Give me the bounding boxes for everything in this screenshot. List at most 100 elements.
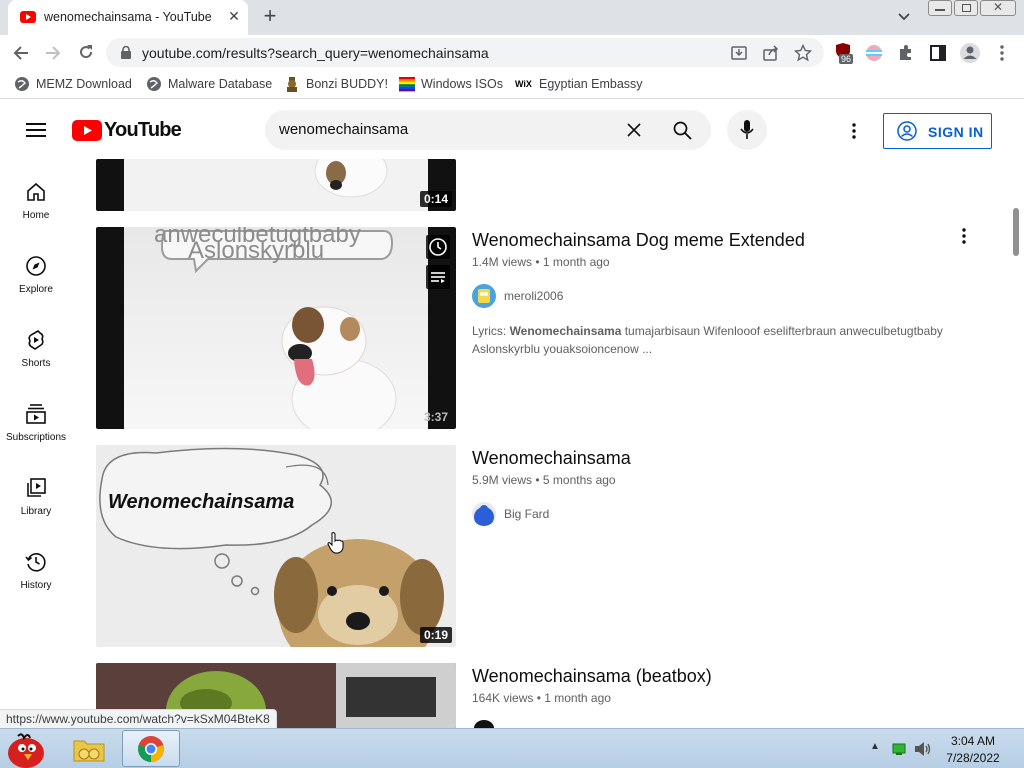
watch-later-button[interactable] bbox=[426, 235, 450, 259]
sidebar-item-library[interactable]: Library bbox=[0, 476, 72, 550]
video-duration: 0:19 bbox=[419, 627, 452, 643]
tab-title: wenomechainsama - YouTube bbox=[44, 10, 212, 24]
youtube-search-box[interactable]: wenomechainsama bbox=[265, 110, 711, 150]
extension-badge: 96 bbox=[839, 54, 854, 64]
bookmark-star-icon[interactable] bbox=[794, 44, 812, 62]
new-tab-icon[interactable]: + bbox=[258, 4, 282, 28]
thumbnail-caption: Wenomechainsama bbox=[108, 491, 295, 513]
video-thumbnail[interactable]: Wenomechainsama 0:19 bbox=[96, 445, 456, 647]
channel-avatar bbox=[472, 284, 496, 308]
channel-name: Big Fard bbox=[504, 507, 550, 521]
file-explorer-folder-icon[interactable] bbox=[72, 735, 106, 763]
extension-shield-button[interactable]: 96 bbox=[834, 42, 854, 64]
bookmark-windows-isos[interactable]: Windows ISOs bbox=[399, 76, 503, 94]
browser-tab[interactable]: wenomechainsama - YouTube ✕ bbox=[8, 0, 248, 35]
video-options-kebab-icon[interactable] bbox=[959, 228, 969, 244]
bookmark-bonzi-buddy[interactable]: Bonzi BUDDY! bbox=[284, 76, 388, 94]
clear-search-icon[interactable] bbox=[627, 123, 641, 137]
wix-icon: WiX bbox=[515, 79, 532, 89]
globe-icon bbox=[15, 77, 29, 91]
account-circle-icon bbox=[897, 121, 917, 141]
profile-avatar-icon[interactable] bbox=[959, 42, 981, 64]
sidebar-label: Library bbox=[20, 506, 52, 517]
install-app-icon[interactable] bbox=[730, 44, 748, 62]
flag-extension-icon[interactable] bbox=[865, 44, 883, 62]
hamburger-menu-icon[interactable] bbox=[26, 122, 46, 138]
tab-close-icon[interactable]: ✕ bbox=[226, 8, 242, 24]
channel-link[interactable]: meroli2006 bbox=[472, 284, 612, 308]
lock-icon[interactable] bbox=[120, 46, 132, 59]
reload-icon[interactable] bbox=[77, 43, 95, 61]
taskbar-clock-date[interactable]: 7/28/2022 bbox=[940, 751, 1006, 765]
browser-menu-icon[interactable] bbox=[996, 44, 1008, 62]
clock-icon bbox=[429, 238, 447, 256]
bookmark-label: MEMZ Download bbox=[36, 77, 132, 91]
library-icon bbox=[27, 478, 46, 497]
bonzi-icon bbox=[287, 77, 297, 92]
bookmark-egyptian-embassy[interactable]: WiX Egyptian Embassy bbox=[515, 76, 643, 94]
compass-icon bbox=[26, 256, 46, 276]
bookmarks-bar: MEMZ Download Malware Database Bonzi BUD… bbox=[0, 70, 1024, 99]
video-thumbnail[interactable]: 0:14 bbox=[96, 159, 456, 211]
url-text: youtube.com/results?search_query=wenomec… bbox=[142, 45, 489, 61]
description-prefix: Lyrics: bbox=[472, 324, 510, 338]
network-icon[interactable] bbox=[892, 742, 906, 756]
extensions-puzzle-icon[interactable] bbox=[897, 44, 915, 62]
share-icon[interactable] bbox=[762, 44, 780, 62]
video-meta: 5.9M views • 5 months ago bbox=[472, 473, 616, 487]
sidebar-item-subscriptions[interactable]: Subscriptions bbox=[0, 402, 72, 476]
bookmark-label: Malware Database bbox=[168, 77, 273, 91]
search-icon[interactable] bbox=[673, 121, 692, 140]
mouse-cursor-icon bbox=[327, 532, 344, 554]
dog-thumbnail-art bbox=[281, 306, 397, 429]
channel-link[interactable]: Big Fard bbox=[472, 502, 612, 526]
volume-icon[interactable] bbox=[914, 741, 932, 757]
taskbar-clock-time[interactable]: 3:04 AM bbox=[940, 734, 1006, 748]
channel-avatar[interactable] bbox=[472, 718, 496, 728]
bookmark-memz[interactable]: MEMZ Download bbox=[14, 76, 132, 94]
channel-avatar bbox=[472, 502, 496, 526]
tab-strip: wenomechainsama - YouTube ✕ + ✕ bbox=[0, 0, 1024, 35]
start-button-angry-bird-icon[interactable] bbox=[4, 730, 50, 768]
video-title[interactable]: Wenomechainsama bbox=[472, 448, 631, 469]
description-highlight: Wenomechainsama bbox=[509, 324, 622, 338]
taskbar-chrome-button[interactable] bbox=[122, 730, 180, 767]
video-thumbnail[interactable]: anweculbetugtbaby Aslonskyrblu 3:37 bbox=[96, 227, 456, 429]
video-duration: 0:14 bbox=[419, 191, 452, 207]
minimize-button[interactable] bbox=[928, 0, 952, 16]
shorts-icon bbox=[28, 330, 44, 350]
video-title[interactable]: Wenomechainsama (beatbox) bbox=[472, 666, 712, 687]
sidebar-item-history[interactable]: History bbox=[0, 550, 72, 624]
side-panel-icon[interactable] bbox=[929, 44, 947, 62]
sidebar-item-explore[interactable]: Explore bbox=[0, 254, 72, 328]
sidebar-label: Shorts bbox=[21, 358, 51, 369]
show-hidden-icons-icon[interactable]: ▲ bbox=[870, 741, 880, 752]
tab-search-chevron-icon[interactable] bbox=[893, 6, 915, 28]
back-arrow-icon[interactable] bbox=[12, 44, 30, 62]
search-input[interactable]: wenomechainsama bbox=[279, 121, 408, 138]
youtube-logo-text: YouTube bbox=[104, 119, 182, 141]
sidebar-label: Explore bbox=[19, 284, 53, 295]
settings-kebab-icon[interactable] bbox=[849, 123, 859, 139]
add-to-queue-button[interactable] bbox=[426, 265, 450, 289]
browser-toolbar: youtube.com/results?search_query=wenomec… bbox=[0, 35, 1024, 70]
forward-arrow-icon[interactable] bbox=[44, 44, 62, 62]
page-scrollbar[interactable] bbox=[1013, 208, 1019, 256]
voice-search-button[interactable] bbox=[727, 110, 767, 150]
video-title[interactable]: Wenomechainsama Dog meme Extended bbox=[472, 230, 805, 251]
sign-in-button[interactable]: SIGN IN bbox=[883, 113, 992, 149]
sidebar-item-shorts[interactable]: Shorts bbox=[0, 328, 72, 402]
microphone-icon bbox=[740, 120, 754, 139]
channel-name: meroli2006 bbox=[504, 289, 564, 303]
home-icon bbox=[27, 182, 45, 201]
restore-button[interactable] bbox=[954, 0, 978, 16]
close-window-button[interactable]: ✕ bbox=[980, 0, 1016, 16]
history-icon bbox=[25, 553, 46, 572]
youtube-logo-icon bbox=[72, 120, 102, 141]
video-duration: 3:37 bbox=[423, 410, 448, 424]
sidebar-label: History bbox=[20, 580, 52, 591]
bookmark-malware-database[interactable]: Malware Database bbox=[146, 76, 272, 94]
sidebar-item-home[interactable]: Home bbox=[0, 180, 72, 254]
chrome-icon bbox=[138, 736, 164, 762]
address-bar[interactable]: youtube.com/results?search_query=wenomec… bbox=[106, 38, 824, 67]
